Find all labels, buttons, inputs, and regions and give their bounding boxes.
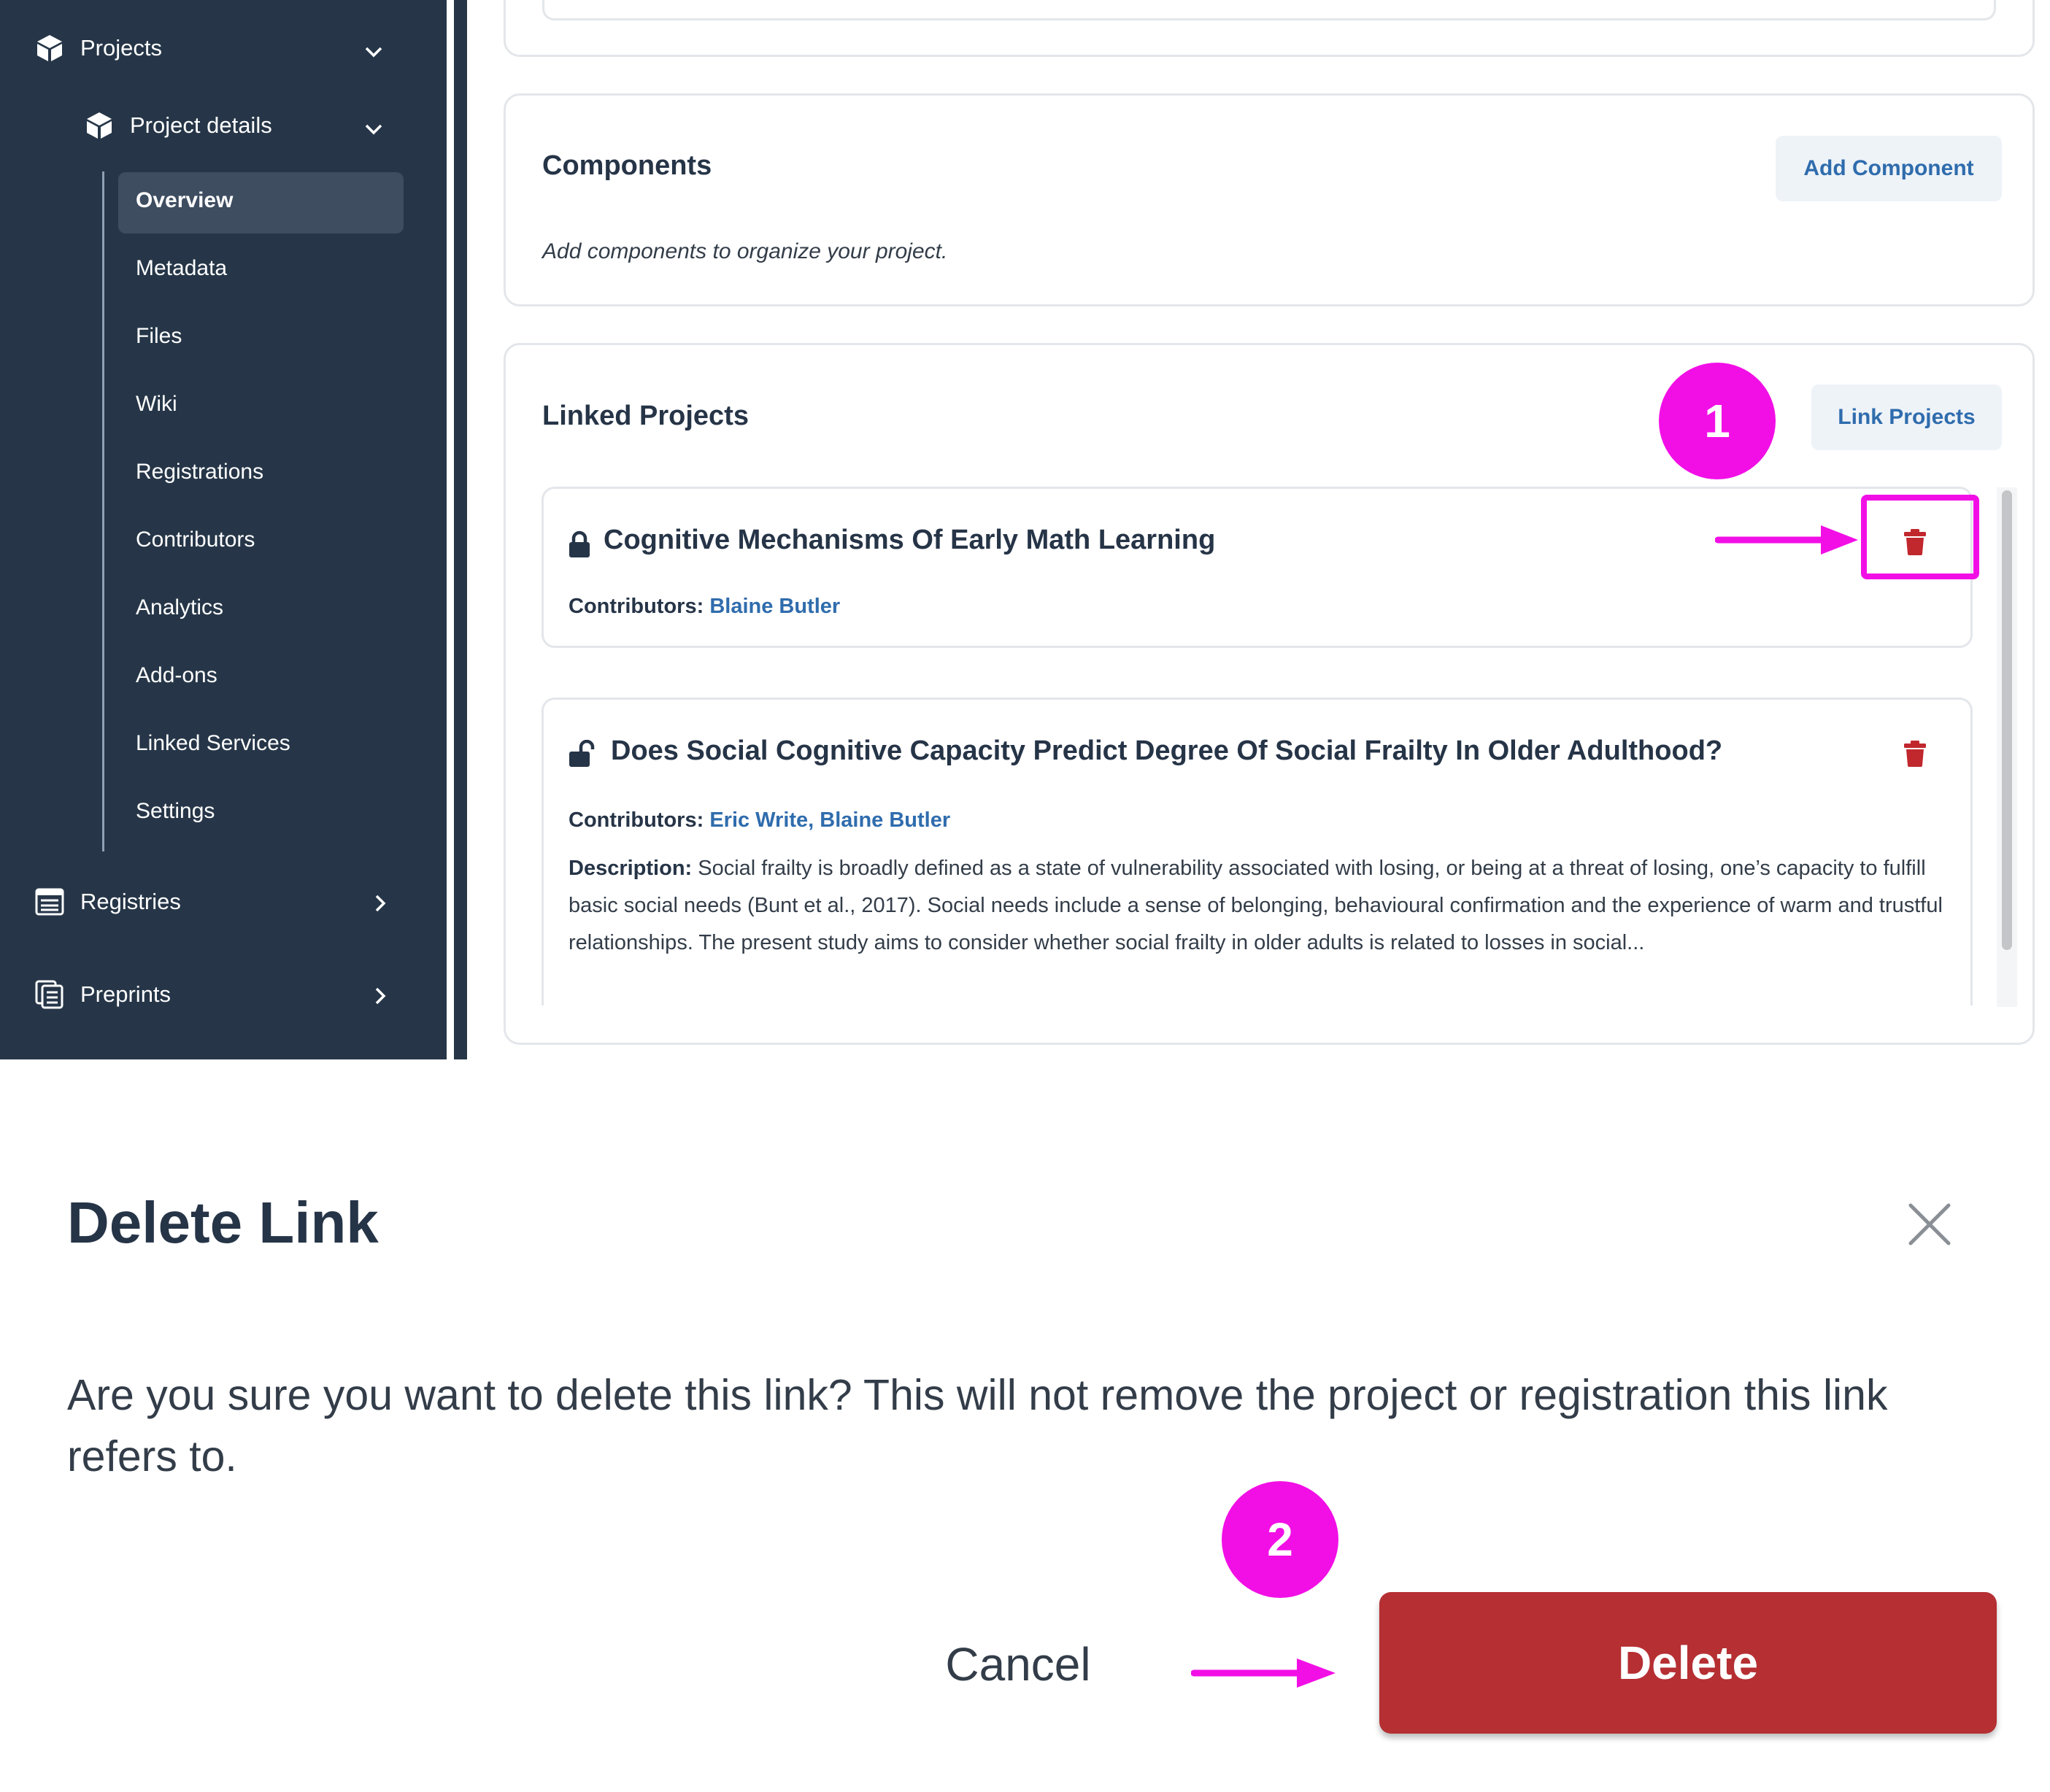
close-icon[interactable] <box>1906 1201 1953 1248</box>
previous-section-inner <box>542 0 1996 20</box>
previous-section-card <box>504 0 2035 57</box>
cube-icon <box>35 34 64 63</box>
linked-project-title[interactable]: Cognitive Mechanisms Of Early Math Learn… <box>604 525 1215 556</box>
linked-project-description: Description: Social frailty is broadly d… <box>569 850 1952 962</box>
contributors-names[interactable]: Eric Write, Blaine Butler <box>709 808 950 832</box>
sidebar-item-wiki[interactable]: Wiki <box>136 392 177 417</box>
sidebar-item-linked-services[interactable]: Linked Services <box>136 731 290 756</box>
add-component-button[interactable]: Add Component <box>1776 136 2002 201</box>
components-title: Components <box>542 150 712 181</box>
lock-icon <box>569 530 590 557</box>
components-hint: Add components to organize your project. <box>542 239 948 263</box>
arrow-right-icon <box>1715 525 1858 555</box>
cancel-button[interactable]: Cancel <box>920 1624 1117 1704</box>
preprints-icon <box>35 980 64 1009</box>
sidebar-item-registrations[interactable]: Registrations <box>136 460 263 484</box>
linked-project-contributors: Contributors: Eric Write, Blaine Butler <box>569 808 950 833</box>
sidebar-item-analytics[interactable]: Analytics <box>136 595 223 620</box>
nav-registries-label: Registries <box>80 889 181 914</box>
description-label: Description: <box>569 857 693 880</box>
step-1-badge: 1 <box>1659 363 1776 479</box>
nav-registries[interactable]: Registries <box>35 887 181 916</box>
contributors-label: Contributors: <box>569 595 704 618</box>
tree-line <box>102 171 104 851</box>
contributors-label: Contributors: <box>569 808 704 832</box>
linked-projects-title: Linked Projects <box>542 401 749 431</box>
delete-button[interactable]: Delete <box>1379 1592 1997 1734</box>
sidebar-item-files[interactable]: Files <box>136 324 182 349</box>
sidebar-item-overview[interactable]: Overview <box>136 188 233 213</box>
linked-project-card[interactable]: Cognitive Mechanisms Of Early Math Learn… <box>542 487 1973 648</box>
components-card: Components Add Component Add components … <box>504 93 2035 306</box>
delete-highlight-box <box>1861 495 1979 579</box>
step-2-badge: 2 <box>1222 1481 1338 1598</box>
sidebar-nav: Projects Project details Overview Metada… <box>0 0 447 1059</box>
linked-project-card[interactable]: Does Social Cognitive Capacity Predict D… <box>542 698 1973 1005</box>
nav-project-details[interactable]: Project details <box>85 111 272 140</box>
linked-project-contributors: Contributors: Blaine Butler <box>569 595 840 619</box>
sidebar-item-contributors[interactable]: Contributors <box>136 528 255 552</box>
sidebar-item-metadata[interactable]: Metadata <box>136 256 227 281</box>
nav-preprints-label: Preprints <box>80 981 172 1007</box>
cube-icon <box>85 111 114 140</box>
linked-project-title[interactable]: Does Social Cognitive Capacity Predict D… <box>611 735 1722 767</box>
chevron-right-icon[interactable] <box>369 985 391 1007</box>
nav-projects[interactable]: Projects <box>35 34 162 63</box>
chevron-right-icon[interactable] <box>369 892 391 914</box>
dialog-message: Are you sure you want to delete this lin… <box>67 1371 1888 1480</box>
link-projects-button[interactable]: Link Projects <box>1811 385 2002 450</box>
trash-icon[interactable] <box>1904 741 1926 767</box>
registries-icon <box>35 887 64 916</box>
contributors-names[interactable]: Blaine Butler <box>709 595 840 618</box>
sidebar-divider <box>454 0 467 1059</box>
nav-project-details-label: Project details <box>130 112 272 138</box>
linked-projects-scroll-area: Does Social Cognitive Capacity Predict D… <box>542 693 1997 1005</box>
arrow-right-icon <box>1191 1658 1336 1688</box>
nav-preprints[interactable]: Preprints <box>35 980 171 1009</box>
nav-projects-label: Projects <box>80 35 162 61</box>
scrollbar-thumb[interactable] <box>2002 490 2012 950</box>
sidebar-item-settings[interactable]: Settings <box>136 799 215 824</box>
sidebar-item-add-ons[interactable]: Add-ons <box>136 663 217 688</box>
dialog-title: Delete Link <box>67 1190 379 1255</box>
description-text: Social frailty is broadly defined as a s… <box>569 857 1943 954</box>
chevron-down-icon[interactable] <box>363 118 385 140</box>
chevron-down-icon[interactable] <box>363 41 385 63</box>
unlock-icon <box>569 740 595 767</box>
